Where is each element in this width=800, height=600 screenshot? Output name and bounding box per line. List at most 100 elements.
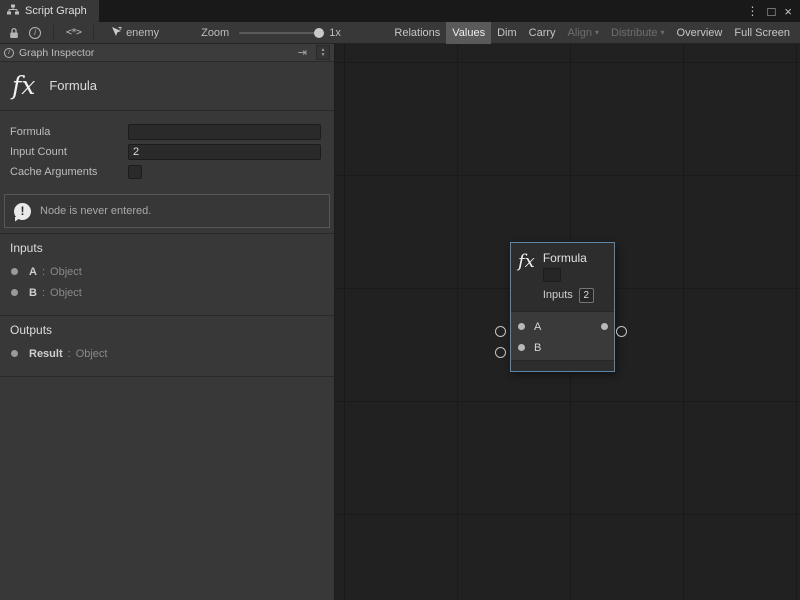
section-end-divider [0,376,334,379]
code-icon: <*> [66,27,81,38]
input-count-field-row: Input Count [10,142,321,162]
cache-arguments-checkbox[interactable] [128,165,142,179]
outputs-section-header: Outputs [0,318,334,343]
toolbar-separator [93,25,94,40]
port-label-b: B [534,342,541,354]
chevron-down-icon: ▾ [661,28,665,37]
pin-separator: : [42,266,45,278]
output-socket-result-icon[interactable] [616,326,627,337]
input-count-label: Input Count [10,146,128,158]
inputs-section-header: Inputs [0,236,334,261]
unit-fields: Formula Input Count Cache Arguments [0,111,334,182]
toolbar-button-dim[interactable]: Dim [491,22,523,44]
graph-inspector-header: i Graph Inspector ⇥ ▲ ▼ [0,44,334,62]
formula-fx-icon: fx [518,251,535,303]
pin-type: Object [50,287,82,299]
node-inputs-label: Inputs [543,289,573,301]
formula-node[interactable]: fx Formula Inputs 2 A [510,242,615,372]
tab-script-graph[interactable]: Script Graph [0,0,99,22]
maximize-icon[interactable]: □ [768,4,776,19]
input-port-a-icon[interactable] [518,323,525,330]
inputs-section: Inputs A : Object B : Object [0,233,334,310]
outputs-section: Outputs Result : Object [0,315,334,371]
cache-arguments-label: Cache Arguments [10,166,128,178]
formula-fx-icon: fx [12,73,35,98]
warning-icon: ! [14,203,31,220]
graph-pointer-icon [111,26,122,40]
unit-header: fx Formula [0,62,334,111]
input-pin-row-b: B : Object [0,282,334,303]
formula-node-ports: A B [511,311,614,360]
port-dot-icon [11,268,18,275]
code-view-button[interactable]: <*> [61,23,86,43]
chevron-down-icon: ▾ [595,28,599,37]
window-menu-icon[interactable]: ⋮ [747,4,759,18]
zoom-slider-knob[interactable] [314,28,324,38]
cache-arguments-field-row: Cache Arguments [10,162,321,182]
dock-icon[interactable]: ⇥ [294,46,311,59]
graph-inspector-title: Graph Inspector [19,47,289,59]
graph-toolbar: i <*> enemy Zoom 1x Relations Values Dim… [0,22,800,44]
info-icon: i [29,27,41,39]
zoom-slider[interactable] [239,32,321,34]
toolbar-button-align-label: Align [568,27,592,39]
input-count-input[interactable] [128,144,321,160]
scroll-down-icon[interactable]: ▼ [321,53,326,58]
input-pin-row-a: A : Object [0,261,334,282]
toolbar-button-distribute-label: Distribute [611,27,657,39]
graph-target-label: enemy [126,27,159,39]
tab-label: Script Graph [25,5,87,17]
pin-type: Object [50,266,82,278]
formula-node-footer [511,360,614,371]
unit-title: Formula [49,78,97,93]
toolbar-separator [53,25,54,40]
graph-inspector-panel: i Graph Inspector ⇥ ▲ ▼ fx Formula Formu… [0,44,335,600]
toolbar-button-fullscreen[interactable]: Full Screen [728,22,796,44]
node-input-count-field[interactable]: 2 [579,288,594,303]
zoom-label: Zoom [201,27,229,39]
formula-field-row: Formula [10,122,321,142]
port-label-a: A [534,321,541,333]
formula-node-header[interactable]: fx Formula Inputs 2 [511,243,614,311]
info-toggle-button[interactable]: i [24,23,46,43]
pin-name: B [29,287,37,299]
pin-type: Object [76,348,108,360]
info-icon: i [4,48,14,58]
input-socket-a-icon[interactable] [495,326,506,337]
node-formula-input[interactable] [543,268,561,282]
formula-node-title: Formula [543,251,594,267]
zoom-value: 1x [329,27,341,39]
formula-input[interactable] [128,124,321,140]
window-tab-bar: Script Graph ⋮ □ × [0,0,800,22]
node-inputs-row: Inputs 2 [543,287,594,303]
pin-name: A [29,266,37,278]
output-port-result-icon[interactable] [601,323,608,330]
toolbar-button-overview[interactable]: Overview [671,22,729,44]
input-socket-b-icon[interactable] [495,347,506,358]
output-pin-row-result: Result : Object [0,343,334,364]
port-dot-icon [11,350,18,357]
lock-icon[interactable] [4,23,24,43]
graph-canvas[interactable]: fx Formula Inputs 2 A [335,44,800,600]
warning-box: ! Node is never entered. [4,194,330,228]
pin-separator: : [42,287,45,299]
toolbar-button-values[interactable]: Values [446,22,491,44]
close-icon[interactable]: × [784,4,792,19]
toolbar-button-distribute[interactable]: Distribute ▾ [605,22,670,44]
input-port-b-icon[interactable] [518,344,525,351]
panel-scroller[interactable]: ▲ ▼ [316,45,330,60]
formula-field-label: Formula [10,126,128,138]
script-graph-window: Script Graph ⋮ □ × i <*> [0,0,800,600]
window-controls: ⋮ □ × [747,0,800,22]
port-dot-icon [11,289,18,296]
warning-text: Node is never entered. [40,205,151,217]
script-graph-icon [7,4,19,19]
pin-name: Result [29,348,63,360]
toolbar-button-carry[interactable]: Carry [523,22,562,44]
pin-separator: : [68,348,71,360]
toolbar-button-relations[interactable]: Relations [388,22,446,44]
port-row-b: B [511,337,614,358]
graph-target[interactable]: enemy [111,26,159,40]
port-row-a: A [511,316,614,337]
toolbar-button-align[interactable]: Align ▾ [562,22,605,44]
